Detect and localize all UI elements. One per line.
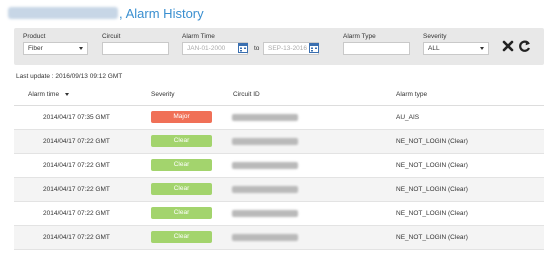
- alarm-time-cell: 2014/04/17 07:22 GMT: [43, 138, 110, 145]
- alarm-time-cell: 2014/04/17 07:35 GMT: [43, 114, 110, 121]
- customer-name-redacted: [8, 7, 118, 19]
- table-row[interactable]: 2014/04/17 07:22 GMT Clear NE_NOT_LOGIN …: [14, 130, 544, 154]
- close-icon[interactable]: [502, 39, 514, 53]
- alarm-type-cell: NE_NOT_LOGIN (Clear): [396, 162, 468, 169]
- severity-select[interactable]: ALL: [423, 42, 489, 55]
- alarm-type-label: Alarm Type: [343, 33, 376, 40]
- alarm-type-cell: NE_NOT_LOGIN (Clear): [396, 186, 468, 193]
- circuit-input[interactable]: [102, 42, 169, 55]
- circuit-id-redacted: [232, 138, 298, 145]
- column-header-label: Alarm time: [28, 91, 60, 98]
- title-separator: ,: [119, 5, 123, 21]
- severity-select-value: ALL: [428, 45, 440, 52]
- alarm-time-cell: 2014/04/17 07:22 GMT: [43, 186, 110, 193]
- chevron-down-icon: [79, 47, 83, 50]
- severity-badge: Clear: [151, 159, 212, 171]
- column-header-alarm-type[interactable]: Alarm type: [396, 91, 427, 98]
- table-row[interactable]: 2014/04/17 07:22 GMT Clear NE_NOT_LOGIN …: [14, 154, 544, 178]
- product-label: Product: [23, 33, 46, 40]
- alarm-type-cell: NE_NOT_LOGIN (Clear): [396, 138, 468, 145]
- severity-badge: Clear: [151, 183, 212, 195]
- filter-bar: Product Fiber Circuit Alarm Time JAN-01-…: [14, 28, 544, 65]
- circuit-id-redacted: [232, 210, 298, 217]
- severity-badge: Clear: [151, 135, 212, 147]
- calendar-icon[interactable]: [309, 42, 319, 53]
- table-row[interactable]: 2014/04/17 07:22 GMT Clear NE_NOT_LOGIN …: [14, 178, 544, 202]
- alarm-type-cell: NE_NOT_LOGIN (Clear): [396, 210, 468, 217]
- column-header-alarm-time[interactable]: Alarm time: [28, 91, 70, 98]
- column-header-severity[interactable]: Severity: [151, 91, 174, 98]
- alarm-table: Alarm time Severity Circuit ID Alarm typ…: [14, 84, 544, 250]
- alarm-time-cell: 2014/04/17 07:22 GMT: [43, 162, 110, 169]
- calendar-icon[interactable]: [238, 42, 248, 53]
- severity-badge: Clear: [151, 207, 212, 219]
- severity-label: Severity: [423, 33, 447, 40]
- table-row[interactable]: 2014/04/17 07:35 GMT Major AU_AIS: [14, 106, 544, 130]
- sort-desc-icon: [65, 92, 70, 96]
- product-select[interactable]: Fiber: [23, 42, 88, 55]
- alarm-time-label: Alarm Time: [182, 33, 215, 40]
- alarm-time-cell: 2014/04/17 07:22 GMT: [43, 210, 110, 217]
- table-row[interactable]: 2014/04/17 07:22 GMT Clear NE_NOT_LOGIN …: [14, 202, 544, 226]
- severity-badge: Clear: [151, 231, 212, 243]
- table-header: Alarm time Severity Circuit ID Alarm typ…: [14, 84, 544, 106]
- column-header-circuit-id[interactable]: Circuit ID: [233, 91, 260, 98]
- severity-badge: Major: [151, 111, 212, 123]
- circuit-id-redacted: [232, 114, 298, 121]
- product-select-value: Fiber: [28, 45, 43, 52]
- table-row[interactable]: 2014/04/17 07:22 GMT Clear NE_NOT_LOGIN …: [14, 226, 544, 250]
- circuit-id-redacted: [232, 162, 298, 169]
- alarm-type-cell: NE_NOT_LOGIN (Clear): [396, 234, 468, 241]
- alarm-type-cell: AU_AIS: [396, 114, 420, 121]
- circuit-id-redacted: [232, 186, 298, 193]
- alarm-time-cell: 2014/04/17 07:22 GMT: [43, 234, 110, 241]
- circuit-id-redacted: [232, 234, 298, 241]
- alarm-type-input[interactable]: [343, 42, 410, 55]
- page-header: , Alarm History: [8, 4, 204, 22]
- circuit-label: Circuit: [102, 33, 121, 40]
- page-title: Alarm History: [125, 5, 204, 21]
- last-update-text: Last update : 2016/09/13 09:12 GMT: [16, 73, 123, 80]
- date-range-to-label: to: [254, 45, 260, 52]
- chevron-down-icon: [480, 47, 484, 50]
- refresh-icon[interactable]: [518, 39, 531, 53]
